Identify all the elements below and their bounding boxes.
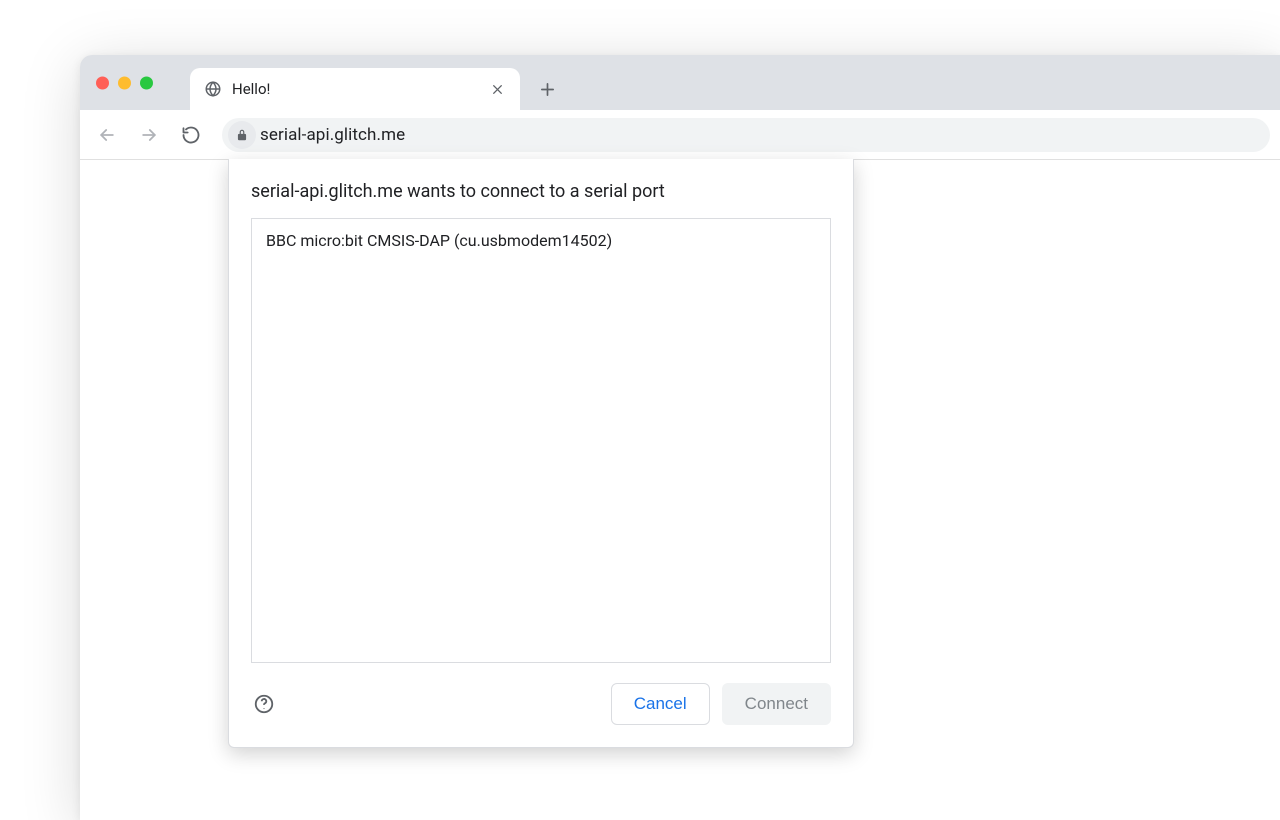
reload-button[interactable] xyxy=(174,118,208,152)
page-content: serial-api.glitch.me wants to connect to… xyxy=(80,160,1280,820)
globe-icon xyxy=(204,80,222,98)
new-tab-button[interactable] xyxy=(532,74,562,104)
close-tab-button[interactable] xyxy=(488,80,506,98)
url-text: serial-api.glitch.me xyxy=(260,125,405,145)
chooser-heading: serial-api.glitch.me wants to connect to… xyxy=(251,181,831,202)
tab-title: Hello! xyxy=(232,80,488,98)
window-controls xyxy=(96,76,153,89)
back-button[interactable] xyxy=(90,118,124,152)
maximize-window-button[interactable] xyxy=(140,76,153,89)
address-bar[interactable]: serial-api.glitch.me xyxy=(222,118,1270,152)
chooser-footer: Cancel Connect xyxy=(251,683,831,725)
cancel-button[interactable]: Cancel xyxy=(611,683,710,725)
forward-button[interactable] xyxy=(132,118,166,152)
connect-button[interactable]: Connect xyxy=(722,683,831,725)
close-window-button[interactable] xyxy=(96,76,109,89)
serial-port-chooser-dialog: serial-api.glitch.me wants to connect to… xyxy=(228,159,854,748)
device-list[interactable]: BBC micro:bit CMSIS-DAP (cu.usbmodem1450… xyxy=(251,218,831,663)
minimize-window-button[interactable] xyxy=(118,76,131,89)
device-list-item[interactable]: BBC micro:bit CMSIS-DAP (cu.usbmodem1450… xyxy=(252,221,830,260)
browser-window: Hello! xyxy=(80,55,1280,820)
lock-icon[interactable] xyxy=(228,121,256,149)
tab-strip: Hello! xyxy=(80,55,1280,110)
help-button[interactable] xyxy=(251,691,277,717)
toolbar: serial-api.glitch.me xyxy=(80,110,1280,160)
browser-tab[interactable]: Hello! xyxy=(190,68,520,110)
